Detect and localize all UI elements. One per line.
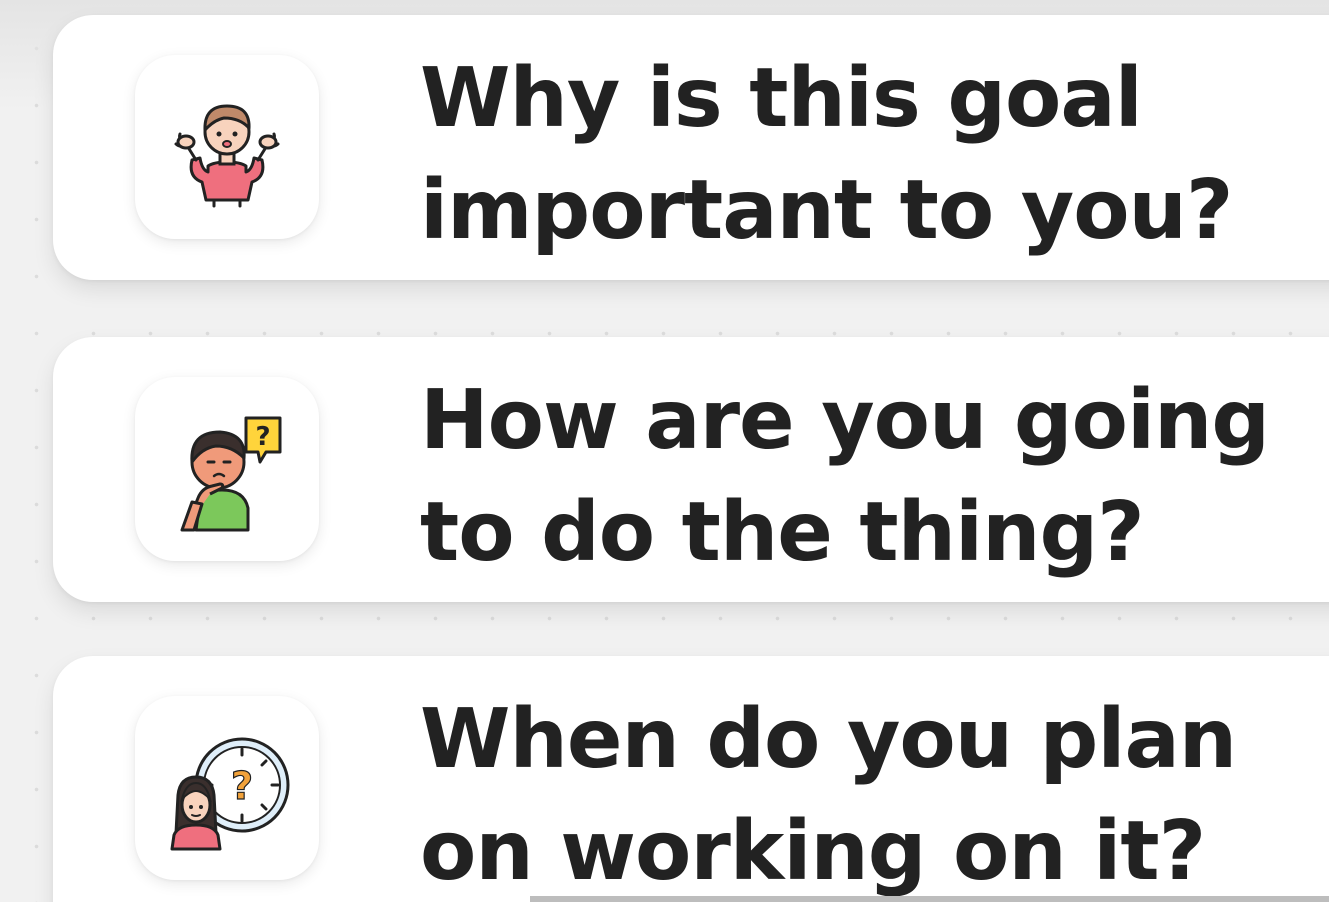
bottom-scroll-bar — [530, 896, 1329, 902]
icon-tile: ? — [135, 696, 319, 880]
question-line-2: on working on it? — [420, 804, 1206, 899]
question-line-1: When do you plan — [420, 692, 1237, 787]
question-line-1: Why is this goal — [420, 51, 1143, 146]
person-clock-question-icon: ? — [170, 737, 290, 851]
question-line-2: important to you? — [420, 163, 1234, 258]
question-text: Why is this goal important to you? — [420, 43, 1300, 267]
question-line-1: How are you going — [420, 373, 1270, 468]
icon-tile — [135, 55, 319, 239]
question-mark-glyph: ? — [255, 422, 270, 452]
question-mark-glyph: ? — [231, 764, 253, 808]
question-card-when[interactable]: ? When do you plan on working on it? — [53, 656, 1329, 902]
icon-tile: ? — [135, 377, 319, 561]
question-text: When do you plan on working on it? — [420, 684, 1300, 902]
question-text: How are you going to do the thing? — [420, 365, 1300, 589]
shrugging-person-icon — [174, 104, 280, 208]
thinking-person-icon: ? — [180, 416, 282, 532]
question-card-how[interactable]: ? How are you going to do the thing? — [53, 337, 1329, 602]
question-card-why[interactable]: Why is this goal important to you? — [53, 15, 1329, 280]
question-line-2: to do the thing? — [420, 485, 1145, 580]
